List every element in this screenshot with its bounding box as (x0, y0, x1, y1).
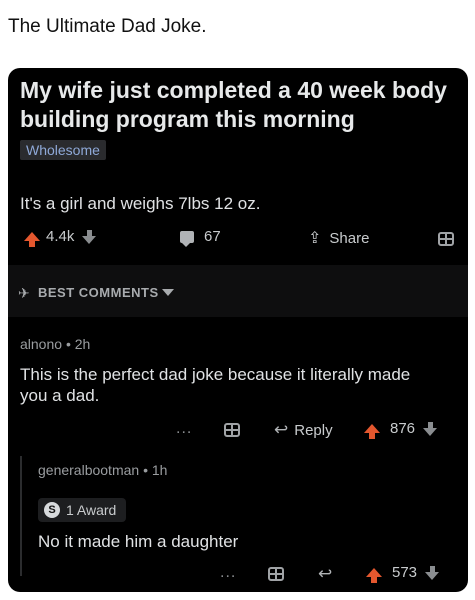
upvote-icon[interactable] (364, 424, 380, 439)
reply-button[interactable]: ↩ Reply (274, 420, 333, 440)
comment-body: This is the perfect dad joke because it … (20, 365, 411, 405)
comment-score: 876 (390, 420, 416, 437)
meta-separator: • (143, 462, 152, 478)
more-icon: ... (220, 564, 237, 581)
reddit-screenshot: My wife just completed a 40 week body bu… (8, 68, 468, 592)
upvote-icon[interactable] (366, 568, 382, 583)
upvote-icon[interactable] (24, 232, 40, 247)
more-icon: ... (176, 420, 193, 437)
comment-body: No it made him a daughter (38, 532, 239, 551)
comment-icon (180, 230, 194, 247)
thread-line[interactable] (20, 456, 22, 576)
rocket-icon: ✈ (18, 285, 30, 301)
comment-author[interactable]: generalbootman (38, 462, 139, 478)
post-action-bar: 4.4k 67 ⇪ Share (8, 228, 468, 254)
comment-vote-group: 573 (366, 564, 440, 583)
share-label: Share (329, 229, 370, 247)
downvote-icon[interactable] (425, 565, 440, 580)
comment-age: 1h (151, 462, 168, 478)
comments-button[interactable]: 67 (180, 228, 221, 247)
reply-icon: ↩ (318, 564, 333, 583)
more-options-button[interactable]: ... (176, 420, 192, 438)
reply-icon: ↩ (274, 420, 289, 439)
comment-vote-group: 876 (364, 420, 438, 439)
downvote-icon[interactable] (423, 421, 438, 436)
award-badge[interactable]: S 1 Award (38, 498, 127, 522)
comment-author[interactable]: alnono (20, 336, 62, 352)
comment-action-bar: ... ↩ 573 (8, 564, 468, 588)
sort-label[interactable]: BEST COMMENTS (38, 285, 159, 300)
comment-action-bar: ... ↩ Reply 876 (8, 420, 468, 444)
award-icon: S (44, 502, 60, 518)
meta-separator: • (65, 336, 75, 352)
share-button[interactable]: ⇪ Share (308, 228, 369, 248)
award-label: 1 Award (66, 502, 117, 518)
comment-meta: generalbootman • 1h (38, 462, 167, 478)
comment-meta: alnono • 2h (20, 336, 90, 352)
post-body: It's a girl and weighs 7lbs 12 oz. (20, 194, 261, 213)
post-title[interactable]: My wife just completed a 40 week body bu… (20, 76, 460, 134)
flair-badge[interactable]: Wholesome (20, 140, 106, 160)
reply-label: Reply (294, 421, 333, 439)
post-caption: The Ultimate Dad Joke. (8, 16, 207, 37)
downvote-icon[interactable] (82, 229, 97, 244)
comment-sort-bar[interactable]: ✈ BEST COMMENTS (8, 265, 468, 317)
share-icon: ⇪ (308, 230, 322, 247)
upvote-count: 4.4k (46, 228, 75, 245)
gift-icon (268, 567, 284, 581)
gift-icon (438, 232, 454, 246)
award-button[interactable] (224, 423, 240, 437)
reply-button[interactable]: ↩ (318, 564, 332, 584)
vote-group: 4.4k (24, 228, 97, 247)
award-button[interactable] (268, 567, 284, 581)
gift-icon (224, 423, 240, 437)
comment-age: 2h (74, 336, 91, 352)
comment-count: 67 (204, 228, 221, 245)
comment-score: 573 (392, 564, 418, 581)
chevron-down-icon[interactable] (162, 289, 174, 296)
more-options-button[interactable]: ... (220, 564, 236, 582)
award-button[interactable] (438, 232, 454, 246)
